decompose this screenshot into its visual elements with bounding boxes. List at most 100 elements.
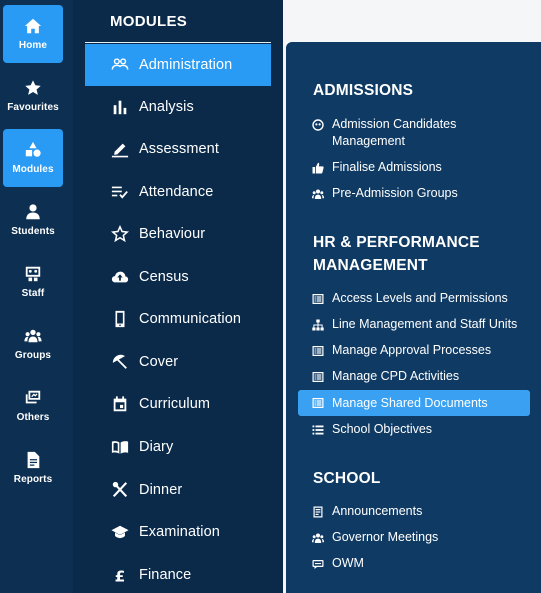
- list-box-icon: [312, 344, 326, 358]
- menu-item-line-management[interactable]: Line Management and Staff Units: [298, 315, 530, 333]
- menu-item-label: Finalise Admissions: [332, 160, 442, 174]
- sitemap-icon: [312, 318, 326, 332]
- others-icon: [25, 390, 41, 404]
- module-item-analysis[interactable]: Analysis: [85, 86, 271, 128]
- menu-item-label: Manage CPD Activities: [332, 369, 460, 383]
- rail-item-home[interactable]: Home: [3, 5, 63, 63]
- rail-item-label: Home: [18, 40, 48, 51]
- section-title-hr-performance: HR & PERFORMANCE MANAGEMENT: [313, 234, 480, 274]
- list-box-icon: [312, 396, 326, 410]
- menu-item-governor-meetings[interactable]: Governor Meetings: [298, 528, 530, 546]
- module-label: Communication: [139, 311, 242, 327]
- module-item-dinner[interactable]: Dinner: [85, 469, 271, 511]
- phone-icon: [110, 309, 130, 329]
- left-nav-rail: Home Favourites Modules Students Staff G…: [0, 0, 73, 593]
- rail-item-staff[interactable]: Staff: [3, 253, 63, 311]
- module-label: Census: [139, 269, 189, 285]
- graduation-cap-icon: [110, 522, 130, 542]
- rail-item-label: Modules: [12, 164, 54, 175]
- group-icon: [312, 187, 326, 201]
- menu-item-label: Pre-Admission Groups: [332, 186, 458, 200]
- shapes-icon: [25, 141, 41, 157]
- section-title-school: SCHOOL: [313, 470, 381, 487]
- module-label: Curriculum: [139, 396, 211, 412]
- svg-text:£: £: [115, 567, 126, 584]
- menu-item-cpd-activities[interactable]: Manage CPD Activities: [298, 367, 530, 385]
- list-icon: [312, 423, 326, 437]
- thumbs-up-icon: [312, 161, 326, 175]
- rail-item-reports[interactable]: Reports: [3, 439, 63, 497]
- pound-icon: £: [110, 565, 130, 585]
- announcement-icon: [312, 505, 326, 519]
- module-item-finance[interactable]: £ Finance: [85, 554, 271, 593]
- umbrella-icon: [110, 352, 130, 372]
- module-item-communication[interactable]: Communication: [85, 298, 271, 340]
- owm-icon: [312, 557, 326, 571]
- menu-item-label: Manage Shared Documents: [332, 395, 488, 410]
- menu-item-label: OWM: [332, 556, 364, 570]
- people-outline-icon: [110, 55, 130, 75]
- menu-item-shared-documents[interactable]: Manage Shared Documents: [298, 390, 530, 416]
- menu-item-label: Access Levels and Permissions: [332, 291, 508, 305]
- rail-item-others[interactable]: Others: [3, 377, 63, 435]
- modules-divider: [85, 42, 271, 43]
- module-label: Administration: [139, 57, 233, 73]
- rail-item-label: Reports: [13, 474, 53, 485]
- document-icon: [27, 451, 40, 469]
- menu-item-label: School Objectives: [332, 422, 433, 436]
- candidate-icon: [312, 118, 326, 132]
- menu-item-finalise-admissions[interactable]: Finalise Admissions: [298, 158, 530, 176]
- submenu-flyout: ADMISSIONS Admission Candidates Manageme…: [286, 42, 541, 593]
- calendar-icon: [110, 394, 130, 414]
- module-item-diary[interactable]: Diary: [85, 426, 271, 468]
- menu-item-label: Line Management and Staff Units: [332, 317, 518, 331]
- rail-item-label: Staff: [21, 288, 45, 299]
- users-icon: [24, 329, 42, 343]
- content-background: [283, 0, 541, 42]
- module-label: Analysis: [139, 99, 194, 115]
- module-item-examination[interactable]: Examination: [85, 511, 271, 553]
- staff-board-icon: [25, 266, 41, 282]
- module-item-curriculum[interactable]: Curriculum: [85, 383, 271, 425]
- menu-item-label: Governor Meetings: [332, 530, 439, 544]
- menu-item-admission-candidates[interactable]: Admission Candidates Management: [298, 115, 530, 150]
- module-label: Diary: [139, 439, 174, 455]
- module-item-census[interactable]: Census: [85, 256, 271, 298]
- bar-chart-icon: [110, 97, 130, 117]
- list-box-icon: [312, 370, 326, 384]
- module-item-cover[interactable]: Cover: [85, 341, 271, 383]
- module-item-behaviour[interactable]: Behaviour: [85, 213, 271, 255]
- pencil-icon: [110, 139, 130, 159]
- menu-item-access-levels[interactable]: Access Levels and Permissions: [298, 289, 530, 307]
- section-title-admissions: ADMISSIONS: [313, 82, 414, 99]
- person-icon: [26, 204, 40, 220]
- menu-item-announcements[interactable]: Announcements: [298, 502, 530, 520]
- rail-item-favourites[interactable]: Favourites: [3, 67, 63, 125]
- list-box-icon: [312, 292, 326, 306]
- book-icon: [110, 437, 130, 457]
- menu-item-approval-processes[interactable]: Manage Approval Processes: [298, 341, 530, 359]
- menu-item-pre-admission-groups[interactable]: Pre-Admission Groups: [298, 184, 530, 202]
- menu-item-label: Manage Approval Processes: [332, 343, 492, 357]
- rail-item-students[interactable]: Students: [3, 191, 63, 249]
- menu-item-school-objectives[interactable]: School Objectives: [298, 420, 530, 438]
- cutlery-icon: [110, 480, 130, 500]
- module-label: Behaviour: [139, 226, 206, 242]
- modules-title: MODULES: [110, 13, 188, 30]
- module-label: Dinner: [139, 482, 183, 498]
- star-icon: [25, 80, 41, 95]
- module-item-attendance[interactable]: Attendance: [85, 171, 271, 213]
- menu-item-owm[interactable]: OWM: [298, 554, 530, 572]
- home-icon: [24, 18, 42, 34]
- rail-item-modules[interactable]: Modules: [3, 129, 63, 187]
- modules-panel: MODULES Administration Analysis Assessme…: [73, 0, 283, 593]
- module-label: Attendance: [139, 184, 214, 200]
- module-item-administration[interactable]: Administration: [85, 44, 271, 86]
- module-item-assessment[interactable]: Assessment: [85, 128, 271, 170]
- rail-item-groups[interactable]: Groups: [3, 315, 63, 373]
- rail-item-label: Students: [11, 226, 55, 237]
- menu-item-label: Announcements: [332, 504, 423, 518]
- group-icon: [312, 531, 326, 545]
- cloud-upload-icon: [110, 267, 130, 287]
- rail-item-label: Others: [16, 412, 50, 423]
